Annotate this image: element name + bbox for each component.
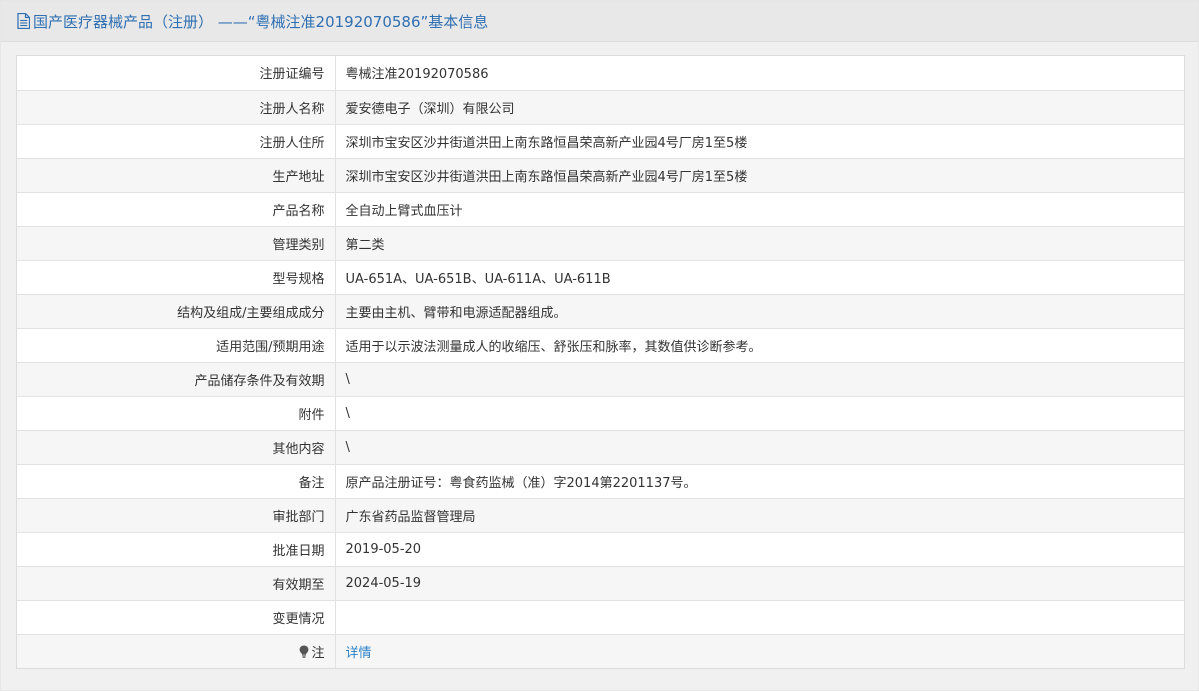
row-label: 注册人住所 — [17, 124, 336, 159]
row-value: \ — [335, 396, 1184, 431]
info-table: 注册证编号 粤械注准20192070586 注册人名称 爱安德电子（深圳）有限公司 注册… — [17, 56, 1184, 668]
table-row: 附件 \ — [17, 396, 1184, 431]
note-label-cell: 注 — [17, 634, 336, 668]
table-row: 注册人住所 深圳市宝安区沙井街道洪田上南东路恒昌荣高新产业园4号厂房1至5楼 — [17, 124, 1184, 159]
table-row: 有效期至 2024-05-19 — [17, 566, 1184, 601]
row-value: 2019-05-20 — [335, 532, 1184, 567]
row-value: 深圳市宝安区沙井街道洪田上南东路恒昌荣高新产业园4号厂房1至5楼 — [335, 124, 1184, 159]
row-value: 主要由主机、臂带和电源适配器组成。 — [335, 294, 1184, 329]
table-row: 适用范围/预期用途 适用于以示波法测量成人的收缩压、舒张压和脉率，其数值供诊断参考… — [17, 328, 1184, 363]
row-value: 2024-05-19 — [335, 566, 1184, 601]
info-table-body: 注册证编号 粤械注准20192070586 注册人名称 爱安德电子（深圳）有限公司 注册… — [17, 56, 1184, 668]
table-row: 备注 原产品注册证号：粤食药监械（准）字2014第2201137号。 — [17, 464, 1184, 499]
document-icon — [17, 13, 30, 29]
info-table-wrapper: 注册证编号 粤械注准20192070586 注册人名称 爱安德电子（深圳）有限公司 注册… — [16, 55, 1185, 669]
lightbulb-icon — [300, 645, 309, 658]
row-value: UA-651A、UA-651B、UA-611A、UA-611B — [335, 260, 1184, 295]
row-label: 有效期至 — [17, 566, 336, 601]
note-value-cell: 详情 — [335, 634, 1184, 668]
panel-header: 国产医疗器械产品（注册） ——“粤械注准20192070586”基本信息 — [1, 1, 1198, 42]
row-label: 型号规格 — [17, 260, 336, 295]
table-row: 注册人名称 爱安德电子（深圳）有限公司 — [17, 90, 1184, 125]
row-label: 批准日期 — [17, 532, 336, 567]
row-label: 附件 — [17, 396, 336, 431]
row-label: 审批部门 — [17, 498, 336, 533]
row-value: 广东省药品监督管理局 — [335, 498, 1184, 533]
note-label: 注 — [311, 645, 325, 661]
row-label: 适用范围/预期用途 — [17, 328, 336, 363]
table-row: 结构及组成/主要组成成分 主要由主机、臂带和电源适配器组成。 — [17, 294, 1184, 329]
row-label: 变更情况 — [17, 600, 336, 635]
row-value: \ — [335, 430, 1184, 465]
row-value: \ — [335, 362, 1184, 397]
row-value: 全自动上臂式血压计 — [335, 192, 1184, 227]
table-row: 注册证编号 粤械注准20192070586 — [17, 56, 1184, 91]
row-value — [335, 600, 1184, 635]
detail-link[interactable]: 详情 — [346, 646, 372, 661]
table-row: 其他内容 \ — [17, 430, 1184, 465]
table-row: 管理类别 第二类 — [17, 226, 1184, 261]
row-label: 注册证编号 — [17, 56, 336, 91]
row-value: 深圳市宝安区沙井街道洪田上南东路恒昌荣高新产业园4号厂房1至5楼 — [335, 158, 1184, 193]
row-value: 原产品注册证号：粤食药监械（准）字2014第2201137号。 — [335, 464, 1184, 499]
table-row: 产品名称 全自动上臂式血压计 — [17, 192, 1184, 227]
table-row: 审批部门 广东省药品监督管理局 — [17, 498, 1184, 533]
table-row: 产品储存条件及有效期 \ — [17, 362, 1184, 397]
note-row: 注 详情 — [17, 634, 1184, 668]
row-label: 结构及组成/主要组成成分 — [17, 294, 336, 329]
row-label: 生产地址 — [17, 158, 336, 193]
page-title: 国产医疗器械产品（注册） ——“粤械注准20192070586”基本信息 — [33, 12, 489, 31]
row-label: 管理类别 — [17, 226, 336, 261]
row-value: 适用于以示波法测量成人的收缩压、舒张压和脉率，其数值供诊断参考。 — [335, 328, 1184, 363]
table-row: 型号规格 UA-651A、UA-651B、UA-611A、UA-611B — [17, 260, 1184, 295]
row-label: 其他内容 — [17, 430, 336, 465]
row-label: 产品储存条件及有效期 — [17, 362, 336, 397]
table-row: 批准日期 2019-05-20 — [17, 532, 1184, 567]
row-value: 第二类 — [335, 226, 1184, 261]
table-row: 生产地址 深圳市宝安区沙井街道洪田上南东路恒昌荣高新产业园4号厂房1至5楼 — [17, 158, 1184, 193]
row-label: 注册人名称 — [17, 90, 336, 125]
row-label: 备注 — [17, 464, 336, 499]
row-value: 粤械注准20192070586 — [335, 56, 1184, 91]
row-value: 爱安德电子（深圳）有限公司 — [335, 90, 1184, 125]
row-label: 产品名称 — [17, 192, 336, 227]
info-panel: 国产医疗器械产品（注册） ——“粤械注准20192070586”基本信息 注册证… — [0, 0, 1199, 691]
table-row: 变更情况 — [17, 600, 1184, 635]
